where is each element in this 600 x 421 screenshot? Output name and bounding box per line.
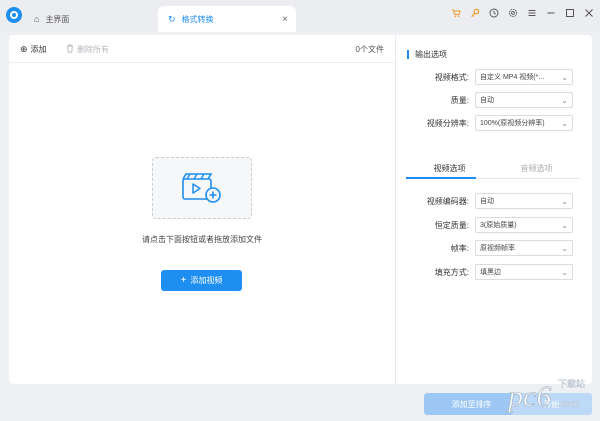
tab-audio-options[interactable]: 音频选项 xyxy=(493,163,580,174)
tab-home[interactable]: ⌂ 主界面 xyxy=(30,6,69,32)
fill-mode-label: 填充方式: xyxy=(434,267,469,277)
chevron-down-icon: ⌄ xyxy=(561,119,568,128)
output-options-title: 输出选项 xyxy=(407,50,447,59)
frame-rate-row: 帧率: 原视频帧率 ⌄ xyxy=(396,240,593,256)
minimize-icon[interactable] xyxy=(546,8,556,21)
menu-icon[interactable] xyxy=(527,8,537,21)
video-format-label: 视频格式: xyxy=(434,72,469,82)
constant-quality-label: 恒定质量: xyxy=(434,220,469,230)
constant-quality-select[interactable]: 3(原始质量) ⌄ xyxy=(475,217,573,233)
chevron-down-icon: ⌄ xyxy=(561,73,568,82)
svg-text:pc6: pc6 xyxy=(506,380,551,413)
video-encoder-row: 视频编码器: 自动 ⌄ xyxy=(396,193,593,209)
close-icon[interactable] xyxy=(584,8,594,21)
add-button-label: 添加 xyxy=(30,45,47,54)
chevron-down-icon: ⌄ xyxy=(561,221,568,230)
watermark-logo: pc6 下载站 .com xyxy=(506,378,585,413)
history-icon[interactable] xyxy=(489,8,499,21)
remove-all-label: 删除所有 xyxy=(77,45,109,54)
file-count: 0个文件 xyxy=(355,45,384,54)
refresh-icon: ↻ xyxy=(168,13,176,24)
quality-value: 自动 xyxy=(480,97,494,104)
resolution-select[interactable]: 100%(原视频分辨率) ⌄ xyxy=(475,115,573,131)
resolution-label: 视频分辨率: xyxy=(426,118,469,128)
add-button[interactable]: ⊕ 添加 xyxy=(20,44,47,55)
tab-close-icon[interactable]: × xyxy=(282,14,288,25)
tab-home-label: 主界面 xyxy=(45,14,70,24)
tab-video-options[interactable]: 视频选项 xyxy=(406,163,493,174)
plus-icon: + xyxy=(180,275,187,286)
fill-mode-select[interactable]: 填黑边 ⌄ xyxy=(475,264,573,280)
resolution-row: 视频分辨率: 100%(原视频分辨率) ⌄ xyxy=(396,115,593,131)
drop-zone[interactable] xyxy=(152,157,252,219)
title-bar: ⌂ 主界面 ↻ 格式转换 × xyxy=(0,0,600,32)
video-add-icon xyxy=(182,173,221,203)
add-video-label: 添加视频 xyxy=(190,276,223,285)
settings-icon[interactable] xyxy=(508,8,518,21)
frame-rate-label: 帧率: xyxy=(450,243,469,253)
tab-format-convert[interactable]: ↻ 格式转换 × xyxy=(158,6,296,32)
resolution-value: 100%(原视频分辨率) xyxy=(480,120,545,127)
key-icon[interactable] xyxy=(470,8,480,21)
options-tabs: 视频选项 音频选项 xyxy=(406,157,580,179)
quality-label: 质量: xyxy=(450,95,469,105)
add-circle-icon: ⊕ xyxy=(20,44,28,54)
window-controls xyxy=(451,8,594,21)
output-options-panel: 输出选项 视频格式: 自定义 MP4 视频(*... ⌄ 质量: 自动 ⌄ 视频… xyxy=(395,35,592,384)
quality-row: 质量: 自动 ⌄ xyxy=(396,92,593,108)
tab-format-convert-label: 格式转换 xyxy=(181,14,214,24)
chevron-down-icon: ⌄ xyxy=(561,197,568,206)
fill-mode-row: 填充方式: 填黑边 ⌄ xyxy=(396,264,593,280)
frame-rate-value: 原视频帧率 xyxy=(480,245,515,252)
home-icon: ⌂ xyxy=(34,14,40,24)
constant-quality-row: 恒定质量: 3(原始质量) ⌄ xyxy=(396,217,593,233)
chevron-down-icon: ⌄ xyxy=(561,244,568,253)
video-encoder-label: 视频编码器: xyxy=(426,196,469,206)
add-video-button[interactable]: + 添加视频 xyxy=(161,270,242,291)
video-encoder-select[interactable]: 自动 ⌄ xyxy=(475,193,573,209)
cart-icon[interactable] xyxy=(451,8,461,21)
drop-hint: 请点击下面按钮或者拖放添加文件 xyxy=(142,235,262,244)
maximize-icon[interactable] xyxy=(565,8,575,21)
svg-text:下载站: 下载站 xyxy=(558,378,585,390)
quality-select[interactable]: 自动 ⌄ xyxy=(475,92,573,108)
frame-rate-select[interactable]: 原视频帧率 ⌄ xyxy=(475,240,573,256)
video-encoder-value: 自动 xyxy=(480,198,494,205)
file-toolbar: ⊕ 添加 删除所有 0个文件 xyxy=(9,35,395,63)
file-list-panel: ⊕ 添加 删除所有 0个文件 请点击下面按钮或者拖放添加文件 + 添加视频 xyxy=(9,35,395,384)
constant-quality-value: 3(原始质量) xyxy=(480,222,517,229)
svg-text:.com: .com xyxy=(558,399,580,410)
app-logo xyxy=(6,7,22,23)
trash-icon xyxy=(66,44,74,55)
chevron-down-icon: ⌄ xyxy=(561,268,568,277)
chevron-down-icon: ⌄ xyxy=(561,96,568,105)
video-format-value: 自定义 MP4 视频(*... xyxy=(480,74,545,81)
video-format-row: 视频格式: 自定义 MP4 视频(*... ⌄ xyxy=(396,69,593,85)
add-to-list-button[interactable]: 添加至排序 xyxy=(424,393,519,415)
active-tab-indicator xyxy=(406,177,476,179)
remove-all-button[interactable]: 删除所有 xyxy=(66,44,109,55)
fill-mode-value: 填黑边 xyxy=(480,269,501,276)
video-format-select[interactable]: 自定义 MP4 视频(*... ⌄ xyxy=(475,69,573,85)
